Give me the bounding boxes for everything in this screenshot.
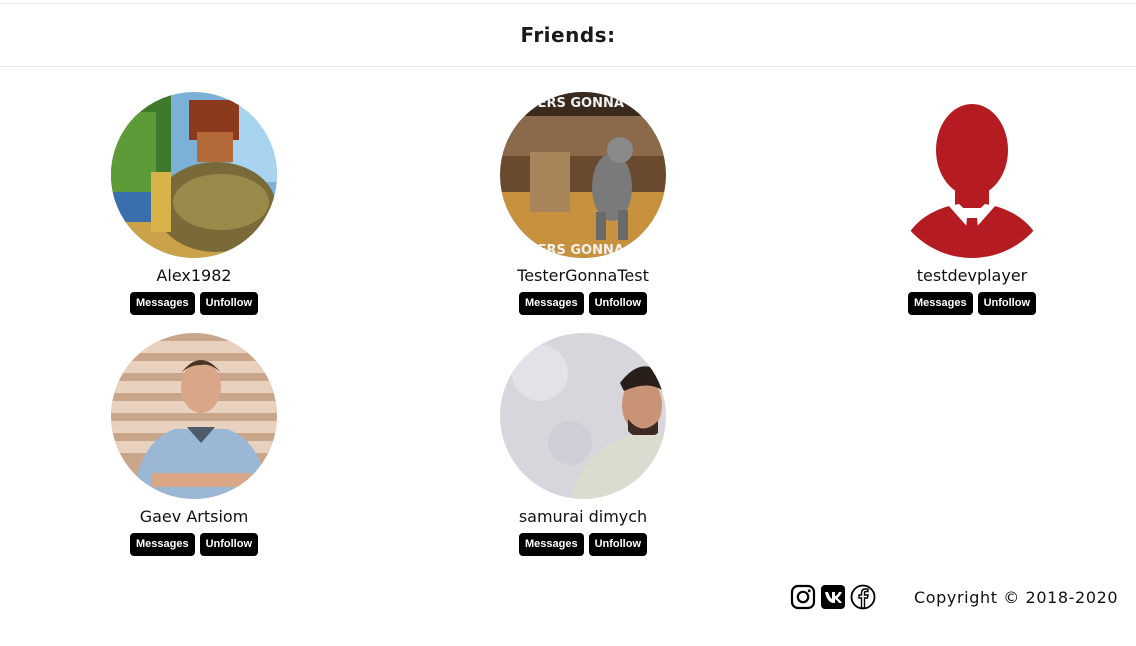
avatar[interactable] <box>500 333 666 499</box>
meme-bottom-text: TESTERS GONNA TEST <box>502 243 665 258</box>
unfollow-button[interactable]: Unfollow <box>199 533 259 556</box>
social-links <box>790 584 876 610</box>
default-silhouette-avatar <box>889 92 1055 258</box>
footer: Copyright © 2018-2020 <box>790 582 1118 612</box>
friend-card: TESTERS GONNA TEST TESTERS GONNA TEST Te… <box>483 92 683 315</box>
friend-name: TesterGonnaTest <box>517 266 649 285</box>
messages-button[interactable]: Messages <box>518 292 584 315</box>
page-title: Friends: <box>520 23 616 47</box>
friend-name: samurai dimych <box>518 507 648 526</box>
friend-name: testdevplayer <box>916 266 1028 285</box>
messages-button[interactable]: Messages <box>518 533 584 556</box>
friend-card: samurai dimych Messages Unfollow <box>483 333 683 556</box>
dancing-cat-meme-avatar: TESTERS GONNA TEST TESTERS GONNA TEST <box>500 92 666 258</box>
friend-card: Alex1982 Messages Unfollow <box>94 92 294 315</box>
friend-card: Gaev Artsiom Messages Unfollow <box>94 333 294 556</box>
facebook-icon[interactable] <box>850 584 876 610</box>
unfollow-button[interactable]: Unfollow <box>588 533 648 556</box>
avatar[interactable] <box>111 92 277 258</box>
meme-top-text: TESTERS GONNA TEST <box>502 96 665 111</box>
page-header: Friends: <box>0 4 1136 67</box>
man-photo-avatar <box>500 333 666 499</box>
instagram-icon[interactable] <box>790 584 816 610</box>
unfollow-button[interactable]: Unfollow <box>977 292 1037 315</box>
copyright-text: Copyright © 2018-2020 <box>914 587 1119 607</box>
unfollow-button[interactable]: Unfollow <box>199 292 259 315</box>
man-photo-avatar <box>111 333 277 499</box>
messages-button[interactable]: Messages <box>129 533 195 556</box>
avatar[interactable]: TESTERS GONNA TEST TESTERS GONNA TEST <box>500 92 666 258</box>
game-character-avatar <box>111 92 277 258</box>
vk-icon[interactable] <box>820 584 846 610</box>
unfollow-button[interactable]: Unfollow <box>588 292 648 315</box>
avatar[interactable] <box>889 92 1055 258</box>
messages-button[interactable]: Messages <box>907 292 973 315</box>
avatar[interactable] <box>111 333 277 499</box>
friend-name: Gaev Artsiom <box>139 507 249 526</box>
friend-card: testdevplayer Messages Unfollow <box>872 92 1072 315</box>
friend-name: Alex1982 <box>156 266 232 285</box>
messages-button[interactable]: Messages <box>129 292 195 315</box>
